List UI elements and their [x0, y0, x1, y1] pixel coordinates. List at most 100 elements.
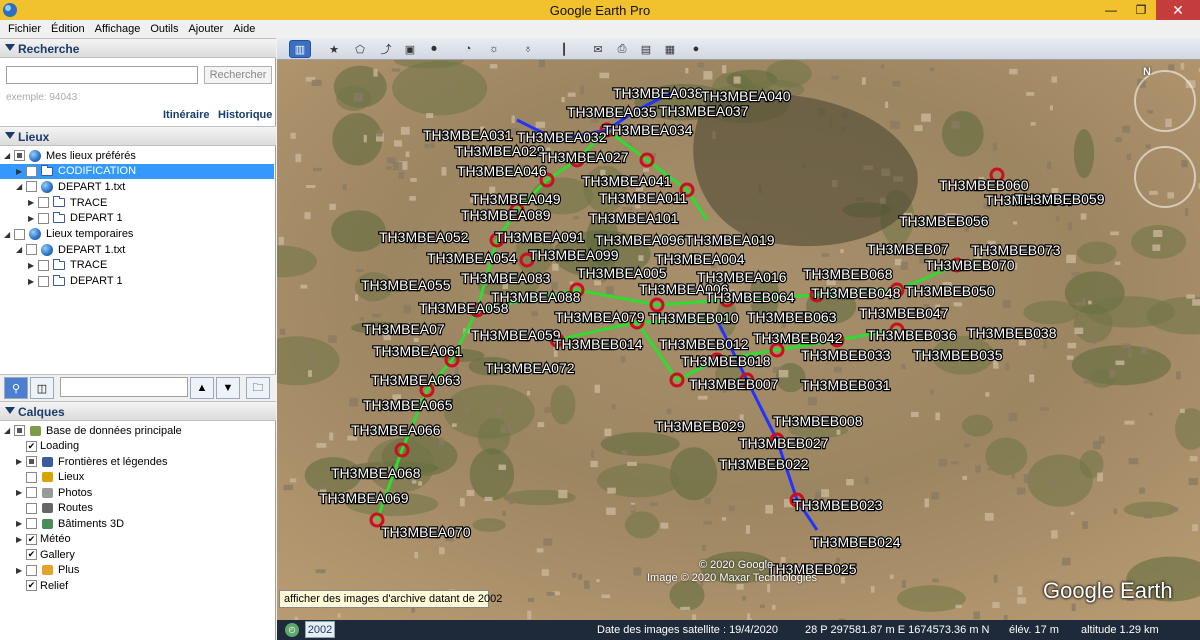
- placemark-label[interactable]: TH3MBEA055: [360, 276, 452, 294]
- menu-affichage[interactable]: Affichage: [95, 23, 141, 35]
- placemark-label[interactable]: TH3MBEB012: [658, 335, 750, 353]
- earth-gallery-button[interactable]: ●: [685, 40, 707, 58]
- place-item-row[interactable]: ◢ DEPART 1.txt: [16, 242, 125, 257]
- place-item-row[interactable]: ▶ TRACE: [28, 258, 107, 273]
- folder-options-button[interactable]: 🗀: [246, 377, 270, 399]
- save-image-button[interactable]: ▤: [635, 40, 657, 58]
- historical-imagery-button[interactable]: ◔: [457, 40, 479, 58]
- layer-item-row[interactable]: ✔ Gallery: [16, 547, 75, 562]
- placemark-label[interactable]: TH3MBEA019: [684, 231, 776, 249]
- maps-button[interactable]: ▦: [659, 40, 681, 58]
- placemark-label[interactable]: TH3MBEA041: [581, 172, 673, 190]
- sidebar-toggle-button[interactable]: ▥: [289, 40, 311, 58]
- email-button[interactable]: ✉: [587, 40, 609, 58]
- placemark-label[interactable]: TH3MBEA034: [602, 121, 694, 139]
- checkbox[interactable]: [38, 197, 49, 209]
- placemark-label[interactable]: TH3MBEB047: [858, 304, 950, 322]
- checkbox[interactable]: [14, 425, 25, 436]
- layer-item-row[interactable]: ▶ Frontières et légendes: [16, 454, 167, 469]
- restore-button[interactable]: ❐: [1126, 0, 1156, 20]
- placemark-label[interactable]: TH3MBEB024: [810, 533, 902, 551]
- placemark-label[interactable]: TH3MBEA101: [588, 209, 680, 227]
- placemark-label[interactable]: TH3MBEA046: [456, 162, 548, 180]
- satellite-map[interactable]: TH3MBEA038TH3MBEA040 TH3MBEA035 TH3MBEA037…: [277, 60, 1200, 620]
- placemark-label[interactable]: TH3MBEA072: [484, 359, 576, 377]
- placemark-label[interactable]: TH3MBEA068: [330, 464, 422, 482]
- placemark-label[interactable]: TH3MBEB042: [752, 329, 844, 347]
- checkbox[interactable]: ✔: [26, 533, 37, 545]
- itinerary-link[interactable]: Itinéraire: [163, 109, 209, 121]
- place-item-row[interactable]: ◢ DEPART 1.txt: [16, 179, 125, 194]
- placemark-label[interactable]: TH3MBEB036: [866, 326, 958, 344]
- placemark-label[interactable]: TH3MBEA040: [700, 87, 792, 105]
- look-joystick[interactable]: [1134, 146, 1196, 208]
- map-view[interactable]: TH3MBEA038 TH3MBEA040 TH3MBEA035 TH3MBEA037…: [277, 60, 1200, 620]
- placemark-label[interactable]: TH3MBEA004: [654, 250, 746, 268]
- placemark-label[interactable]: TH3MBEA005: [576, 264, 668, 282]
- checkbox[interactable]: [26, 502, 37, 514]
- placemark-label[interactable]: TH3MBEA099: [528, 246, 620, 264]
- placemark-label[interactable]: TH3MBEA063: [370, 371, 462, 389]
- placemark-label[interactable]: TH3MBEB033: [800, 346, 892, 364]
- collapsed-icon[interactable]: ▶: [16, 167, 24, 176]
- placemark-label[interactable]: TH3MBEA096: [594, 231, 686, 249]
- placemark-label[interactable]: TH3MBEB010: [648, 309, 740, 327]
- placemark-label[interactable]: TH3MBEA070: [380, 523, 472, 541]
- placemark-label[interactable]: TH3MBEA049: [470, 190, 562, 208]
- collapsed-icon[interactable]: ▶: [16, 519, 24, 528]
- placemark-label[interactable]: TH3MBEB007: [688, 375, 780, 393]
- checkbox[interactable]: ✔: [26, 440, 37, 452]
- placemark-label[interactable]: TH3MBEA089: [460, 206, 552, 224]
- minimize-button[interactable]: —: [1096, 0, 1126, 20]
- layers-panel-header[interactable]: Calques: [0, 401, 276, 421]
- layer-item-row[interactable]: ▶ Plus: [16, 563, 79, 578]
- collapsed-icon[interactable]: ▶: [16, 535, 24, 544]
- search-input[interactable]: [6, 66, 198, 84]
- checkbox[interactable]: [14, 150, 25, 161]
- placemark-label[interactable]: TH3MBEB068: [802, 265, 894, 283]
- collapsed-icon[interactable]: ▶: [16, 488, 24, 497]
- menu-edition[interactable]: Édition: [51, 23, 85, 35]
- placemark-label[interactable]: TH3MBEB027: [738, 434, 830, 452]
- checkbox[interactable]: [38, 275, 49, 287]
- placemark-label[interactable]: TH3MBEB022: [718, 455, 810, 473]
- checkbox[interactable]: [26, 244, 37, 256]
- checkbox[interactable]: [26, 564, 37, 576]
- ruler-button[interactable]: ┃: [553, 40, 575, 58]
- checkbox[interactable]: [26, 456, 37, 467]
- menu-ajouter[interactable]: Ajouter: [188, 23, 223, 35]
- layer-item-row[interactable]: ✔ Loading: [16, 439, 79, 454]
- placemark-label[interactable]: TH3MBEB073: [970, 241, 1062, 259]
- placemark-label[interactable]: TH3MBEA061: [372, 342, 464, 360]
- placemark-label[interactable]: TH3MBEB056: [898, 212, 990, 230]
- layer-item-row[interactable]: ▶ Photos: [16, 485, 92, 500]
- menu-fichier[interactable]: Fichier: [8, 23, 41, 35]
- placemark-label[interactable]: TH3MBEA091: [494, 228, 586, 246]
- close-button[interactable]: ✕: [1156, 0, 1200, 20]
- navigation-compass[interactable]: [1134, 70, 1196, 132]
- menu-outils[interactable]: Outils: [150, 23, 178, 35]
- placemark-label[interactable]: TH3MBEB038: [966, 324, 1058, 342]
- checkbox[interactable]: [26, 518, 37, 529]
- placemark-label[interactable]: TH3MBEB018: [680, 352, 772, 370]
- placemark-button[interactable]: ★: [323, 40, 345, 58]
- placemark-label[interactable]: TH3MBEB050: [904, 282, 996, 300]
- sunlight-button[interactable]: ☼: [483, 40, 505, 58]
- placemark-label[interactable]: TH3MBEB014: [552, 335, 644, 353]
- search-places-button[interactable]: ⚲: [4, 377, 28, 399]
- place-item-row[interactable]: ▶ ✔ CODIFICATION: [0, 163, 274, 179]
- layer-item-row[interactable]: ▶ Bâtiments 3D: [16, 516, 124, 531]
- place-item-row[interactable]: ◢ Lieux temporaires: [4, 227, 133, 242]
- placemark-label[interactable]: TH3MBEA059: [470, 326, 562, 344]
- checkbox[interactable]: [26, 487, 37, 498]
- placemark-label[interactable]: TH3MBEB070: [924, 256, 1016, 274]
- place-item-row[interactable]: ▶ DEPART 1: [28, 211, 123, 226]
- layer-item-row[interactable]: ▶ ✔ Météo: [16, 532, 71, 547]
- polygon-button[interactable]: ⬠: [349, 40, 371, 58]
- checkbox[interactable]: [38, 212, 49, 224]
- placemark-label[interactable]: TH3MBEA066: [350, 421, 442, 439]
- placemark-label[interactable]: TH3MBEB048: [810, 284, 902, 302]
- placemark-label[interactable]: TH3MBEB059: [1014, 190, 1106, 208]
- planets-button[interactable]: ♁: [517, 40, 539, 58]
- layer-item-row[interactable]: ◢ Base de données principale: [4, 423, 182, 438]
